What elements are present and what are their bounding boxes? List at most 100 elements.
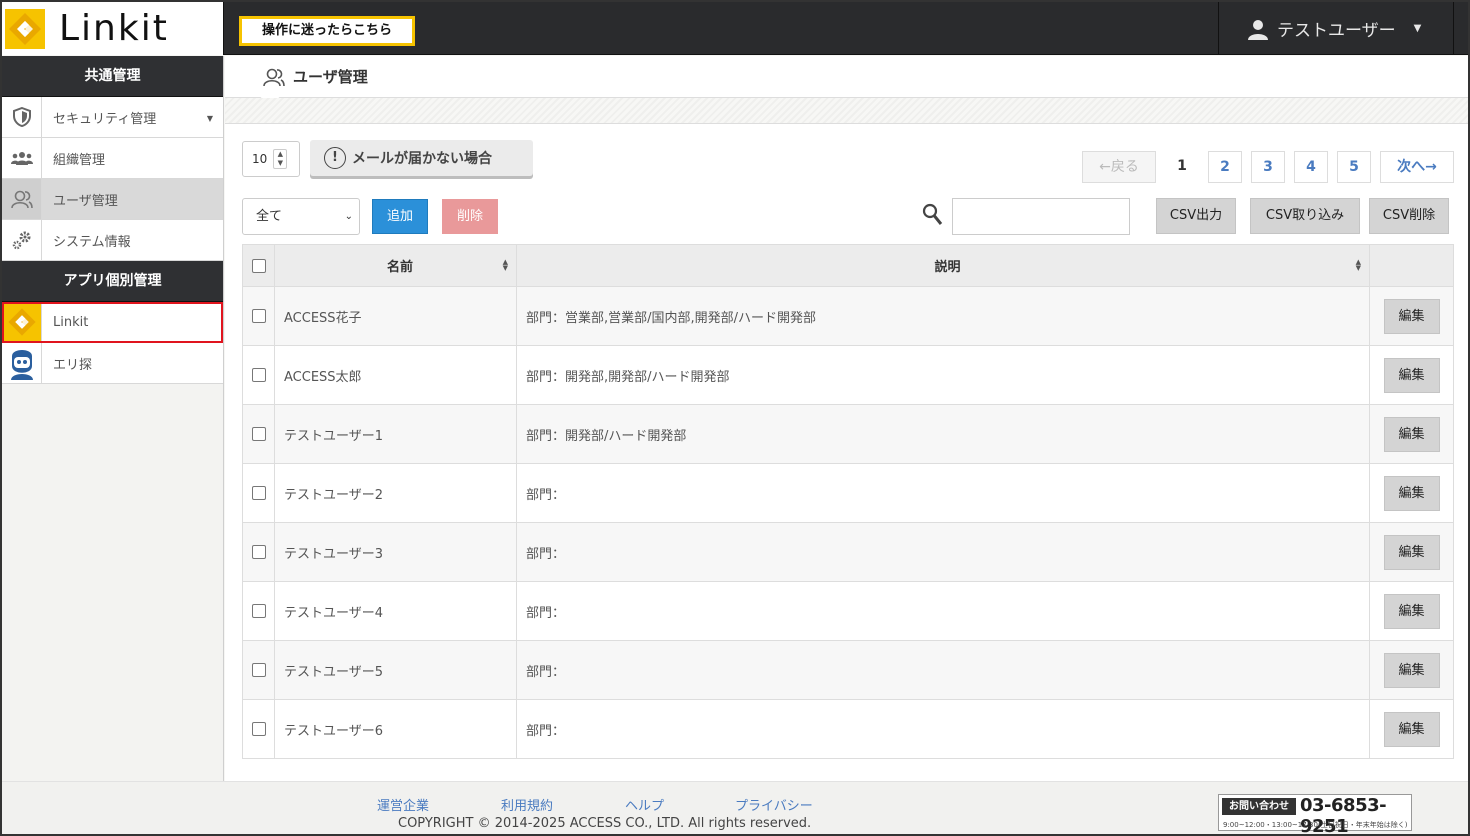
edit-button[interactable]: 編集 xyxy=(1383,475,1440,511)
edit-button[interactable]: 編集 xyxy=(1383,652,1440,688)
csv-export-button[interactable]: CSV出力 xyxy=(1156,198,1236,234)
row-checkbox[interactable] xyxy=(251,427,266,441)
row-checkbox[interactable] xyxy=(251,604,266,618)
csv-delete-button[interactable]: CSV削除 xyxy=(1369,198,1449,234)
sidebar-item-eritan[interactable]: エリ探 xyxy=(2,343,223,384)
user-name-text: テストユーザー6 xyxy=(284,723,384,739)
page-title: ユーザ管理 xyxy=(293,68,368,86)
decorative-stripe xyxy=(225,98,1468,123)
user-name-text: テストユーザー4 xyxy=(284,605,384,621)
action-cell: 編集 xyxy=(1370,641,1453,699)
eritan-app-icon xyxy=(2,343,42,383)
user-name-text: テストユーザー5 xyxy=(284,664,384,680)
checkbox-cell xyxy=(243,287,275,345)
action-cell: 編集 xyxy=(1370,346,1453,404)
select-all-checkbox[interactable] xyxy=(251,258,266,273)
sidebar-item-users[interactable]: ユーザ管理 xyxy=(2,179,223,220)
prev-page-button[interactable]: ←戻る xyxy=(1082,151,1156,183)
add-button[interactable]: 追加 xyxy=(372,199,428,234)
main-panel: 10 ▲ ▼ ! メールが届かない場合 ←戻る 1 2 3 4 5 次へ→ 全て … xyxy=(225,123,1468,781)
delete-button[interactable]: 削除 xyxy=(442,199,498,234)
logo-text: Linkit xyxy=(59,8,169,49)
chevron-down-icon: ▼ xyxy=(1413,23,1422,34)
user-description-text: 部門： xyxy=(526,664,566,680)
contact-banner[interactable]: お問い合わせ 03-6853-9251 9:00~12:00・13:00~17:… xyxy=(1218,794,1412,834)
user-menu[interactable]: テストユーザー ▼ xyxy=(1218,2,1454,55)
top-header: Linkit 操作に迷ったらこちら テストユーザー ▼ xyxy=(2,2,1468,55)
description-header-label: 説明 xyxy=(934,260,961,275)
edit-button[interactable]: 編集 xyxy=(1383,357,1440,393)
sidebar-item-label: セキュリティ管理 xyxy=(53,111,157,127)
sidebar-item-label: ユーザ管理 xyxy=(53,193,118,209)
table-row: テストユーザー5 部門： 編集 xyxy=(243,641,1453,700)
row-checkbox[interactable] xyxy=(251,722,266,736)
footer-link-company[interactable]: 運営企業 xyxy=(377,795,429,814)
user-icon xyxy=(1248,19,1268,40)
edit-button[interactable]: 編集 xyxy=(1383,298,1440,334)
sidebar-item-organization[interactable]: 組織管理 xyxy=(2,138,223,179)
table-row: テストユーザー2 部門： 編集 xyxy=(243,464,1453,523)
action-cell: 編集 xyxy=(1370,464,1453,522)
search-icon xyxy=(922,203,943,225)
checkbox-cell xyxy=(243,464,275,522)
search-input[interactable] xyxy=(952,198,1130,235)
row-checkbox[interactable] xyxy=(251,309,266,323)
table-row: テストユーザー1 部門：開発部/ハード開発部 編集 xyxy=(243,405,1453,464)
description-cell: 部門： xyxy=(517,641,1370,699)
row-checkbox[interactable] xyxy=(251,545,266,559)
filter-select[interactable]: 全て ⌄ xyxy=(242,198,360,235)
checkbox-cell xyxy=(243,582,275,640)
app-logo[interactable]: Linkit xyxy=(2,2,224,55)
description-cell: 部門： xyxy=(517,464,1370,522)
page-5-button[interactable]: 5 xyxy=(1337,151,1371,183)
checkbox-cell xyxy=(243,523,275,581)
sidebar-item-system-info[interactable]: システム情報 xyxy=(2,220,223,261)
description-header[interactable]: 説明 ▲ ▼ xyxy=(517,245,1370,286)
sidebar-item-label: 組織管理 xyxy=(53,152,106,168)
sidebar-item-linkit[interactable]: Linkit xyxy=(2,302,223,343)
name-cell: テストユーザー2 xyxy=(275,464,517,522)
user-name-text: テストユーザー1 xyxy=(284,428,384,444)
users-table: 名前 ▲ ▼ 説明 ▲ ▼ ACCESS花子 部門：営業部,営業部/国内部,開発部/ハード… xyxy=(242,244,1454,759)
sidebar-section-apps: アプリ個別管理 xyxy=(2,261,223,302)
edit-button[interactable]: 編集 xyxy=(1383,534,1440,570)
edit-button[interactable]: 編集 xyxy=(1383,416,1440,452)
edit-button[interactable]: 編集 xyxy=(1383,593,1440,629)
table-row: テストユーザー4 部門： 編集 xyxy=(243,582,1453,641)
edit-button[interactable]: 編集 xyxy=(1383,711,1440,747)
sidebar-item-security[interactable]: セキュリティ管理 ▼ xyxy=(2,97,223,138)
row-checkbox[interactable] xyxy=(251,486,266,500)
user-name: テストユーザー xyxy=(1277,21,1396,41)
pagination: ←戻る 1 2 3 4 5 次へ→ xyxy=(225,151,1468,183)
page-2-button[interactable]: 2 xyxy=(1208,151,1242,183)
page-4-button[interactable]: 4 xyxy=(1294,151,1328,183)
row-checkbox[interactable] xyxy=(251,368,266,382)
contact-hours: 9:00~12:00・13:00~17:30(土日祝日・年末年始は除く) xyxy=(1223,821,1408,829)
action-cell: 編集 xyxy=(1370,405,1453,463)
page-header: ユーザ管理 xyxy=(225,56,1468,108)
table-row: ACCESS花子 部門：営業部,営業部/国内部,開発部/ハード開発部 編集 xyxy=(243,287,1453,346)
next-page-button[interactable]: 次へ→ xyxy=(1380,151,1454,183)
footer-link-terms[interactable]: 利用規約 xyxy=(501,795,553,814)
page-3-button[interactable]: 3 xyxy=(1251,151,1285,183)
help-button[interactable]: 操作に迷ったらこちら xyxy=(239,16,415,46)
footer-link-help[interactable]: ヘルプ xyxy=(625,795,664,814)
action-cell: 編集 xyxy=(1370,287,1453,345)
csv-import-button[interactable]: CSV取り込み xyxy=(1250,198,1360,234)
user-description-text: 部門： xyxy=(526,546,566,562)
description-cell: 部門： xyxy=(517,582,1370,640)
user-description-text: 部門：開発部/ハード開発部 xyxy=(526,428,687,444)
name-header[interactable]: 名前 ▲ ▼ xyxy=(275,245,517,286)
checkbox-cell xyxy=(243,641,275,699)
user-name-text: ACCESS花子 xyxy=(284,310,362,326)
users-outline-icon xyxy=(263,68,285,86)
row-checkbox[interactable] xyxy=(251,663,266,677)
group-icon xyxy=(2,138,42,178)
description-cell: 部門：開発部,開発部/ハード開発部 xyxy=(517,346,1370,404)
user-name-text: テストユーザー3 xyxy=(284,546,384,562)
footer-link-privacy[interactable]: プライバシー xyxy=(735,795,813,814)
checkbox-cell xyxy=(243,405,275,463)
contact-label: お問い合わせ xyxy=(1222,798,1296,815)
name-cell: テストユーザー1 xyxy=(275,405,517,463)
user-description-text: 部門： xyxy=(526,605,566,621)
